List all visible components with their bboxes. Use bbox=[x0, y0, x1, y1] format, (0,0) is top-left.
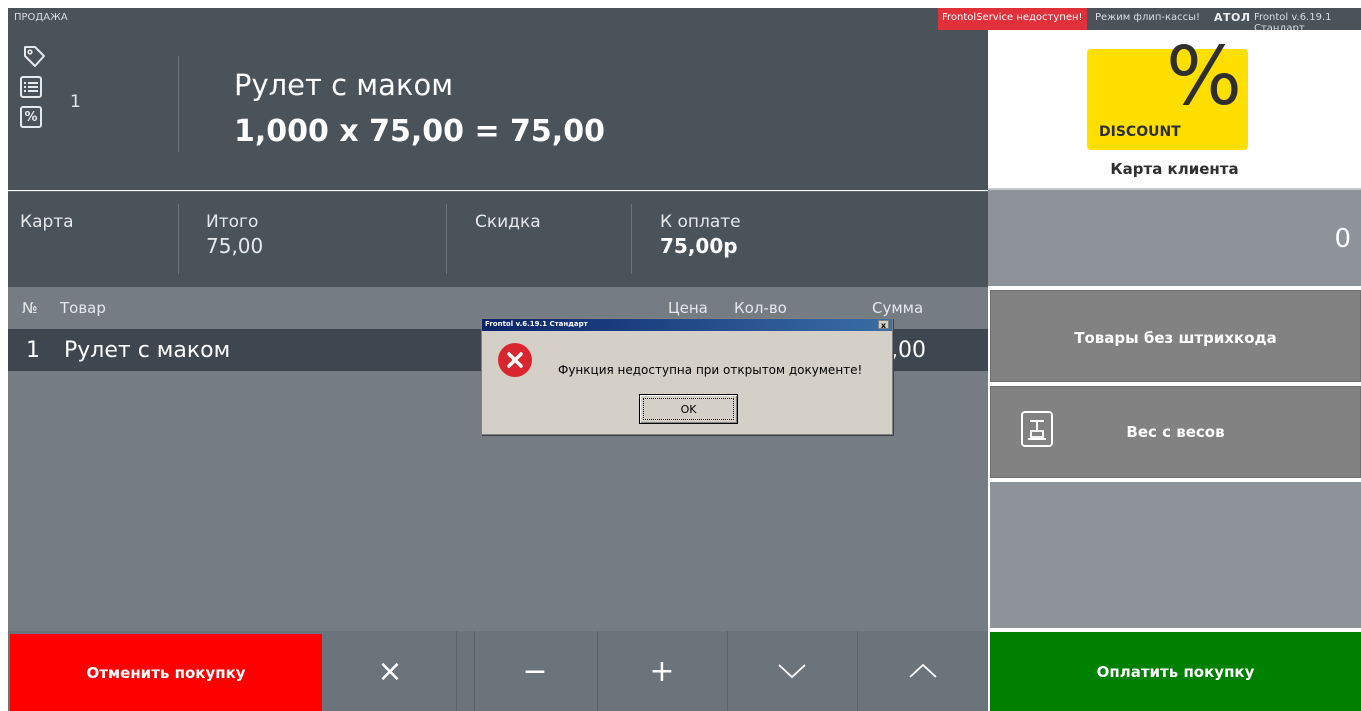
current-item-panel: % 1 Рулет с маком 1,000 x 75,00 = 75,00 bbox=[8, 30, 988, 190]
dialog-title: Frontol v.6.19.1 Стандарт bbox=[485, 320, 588, 328]
right-panel: % DISCOUNT Карта клиента 0 Товары без шт… bbox=[988, 30, 1361, 711]
divider bbox=[631, 204, 632, 274]
total-cell: Итого 75,00 bbox=[206, 212, 263, 258]
bottom-toolbar: Отменить покупку × − + bbox=[8, 631, 988, 711]
flip-mode-status: Режим флип-кассы! bbox=[1095, 12, 1201, 23]
divider bbox=[178, 56, 179, 152]
plus-icon: + bbox=[649, 653, 675, 689]
scroll-down-button[interactable] bbox=[727, 631, 857, 711]
card-label: Карта bbox=[20, 212, 74, 232]
no-barcode-goods-button[interactable]: Товары без штрихкода bbox=[990, 290, 1361, 382]
discount-card-image: % DISCOUNT bbox=[1087, 37, 1248, 150]
ok-button[interactable]: OK bbox=[639, 394, 738, 424]
service-status-badge: FrontolService недоступен! bbox=[938, 8, 1087, 30]
empty-panel bbox=[990, 482, 1361, 628]
client-card-label: Карта клиента bbox=[1110, 160, 1239, 178]
to-pay-value: 75,00р bbox=[660, 234, 738, 258]
discount-cell: Скидка bbox=[475, 212, 541, 232]
increase-quantity-button[interactable]: + bbox=[597, 631, 727, 711]
totals-panel: Карта Итого 75,00 Скидка К оплате 75,00р bbox=[8, 191, 988, 287]
column-header-num: № bbox=[22, 299, 38, 317]
column-header-qty: Кол-во bbox=[734, 299, 787, 317]
total-value: 75,00 bbox=[206, 234, 264, 258]
divider bbox=[178, 204, 179, 274]
column-header-sum: Сумма bbox=[872, 299, 924, 317]
chevron-down-icon bbox=[778, 664, 806, 679]
total-label: Итого bbox=[206, 212, 259, 232]
scale-weight-label: Вес с весов bbox=[1126, 423, 1225, 441]
close-icon[interactable]: x bbox=[878, 320, 889, 330]
counter-value: 0 bbox=[1334, 224, 1351, 254]
error-icon bbox=[498, 343, 532, 377]
tag-icon[interactable] bbox=[22, 44, 46, 70]
delete-item-button[interactable]: × bbox=[324, 631, 456, 711]
close-icon: × bbox=[377, 653, 403, 689]
row-sum: ,00 bbox=[891, 338, 926, 363]
minus-icon: − bbox=[522, 653, 548, 689]
no-barcode-goods-label: Товары без штрихкода bbox=[1074, 329, 1277, 347]
scale-weight-button[interactable]: Вес с весов bbox=[990, 386, 1361, 478]
to-pay-cell: К оплате 75,00р bbox=[660, 212, 741, 258]
column-header-product: Товар bbox=[60, 299, 106, 317]
percent-icon[interactable]: % bbox=[20, 106, 42, 128]
scroll-up-button[interactable] bbox=[857, 631, 988, 711]
focus-indicator bbox=[643, 398, 734, 420]
error-dialog: Frontol v.6.19.1 Стандарт x Функция недо… bbox=[481, 318, 893, 435]
discount-badge: DISCOUNT bbox=[1099, 124, 1181, 140]
row-product-name: Рулет с маком bbox=[64, 338, 231, 363]
cancel-purchase-button[interactable]: Отменить покупку bbox=[10, 634, 322, 711]
column-header-price: Цена bbox=[668, 299, 708, 317]
chevron-up-icon bbox=[908, 663, 937, 678]
product-calculation: 1,000 x 75,00 = 75,00 bbox=[234, 114, 605, 149]
brand-logo: АТОЛ bbox=[1214, 11, 1251, 24]
dialog-title-bar: Frontol v.6.19.1 Стандарт x bbox=[482, 319, 892, 331]
pay-purchase-button[interactable]: Оплатить покупку bbox=[990, 632, 1361, 711]
to-pay-label: К оплате bbox=[660, 212, 741, 232]
decrease-quantity-button[interactable]: − bbox=[474, 631, 596, 711]
title-bar: ПРОДАЖА FrontolService недоступен! Режим… bbox=[8, 8, 1361, 34]
dialog-message: Функция недоступна при открытом документ… bbox=[558, 363, 863, 377]
counter-display: 0 bbox=[988, 188, 1361, 286]
discount-label: Скидка bbox=[475, 212, 541, 232]
position-count: 1 bbox=[70, 92, 81, 112]
percent-icon: % bbox=[1165, 30, 1242, 123]
product-name: Рулет с маком bbox=[234, 68, 454, 102]
screen-title: ПРОДАЖА bbox=[14, 12, 68, 23]
client-card-button[interactable]: % DISCOUNT Карта клиента bbox=[988, 30, 1361, 186]
card-cell: Карта bbox=[20, 212, 74, 232]
divider bbox=[446, 204, 447, 274]
list-icon[interactable] bbox=[20, 76, 42, 98]
row-number: 1 bbox=[26, 338, 40, 363]
